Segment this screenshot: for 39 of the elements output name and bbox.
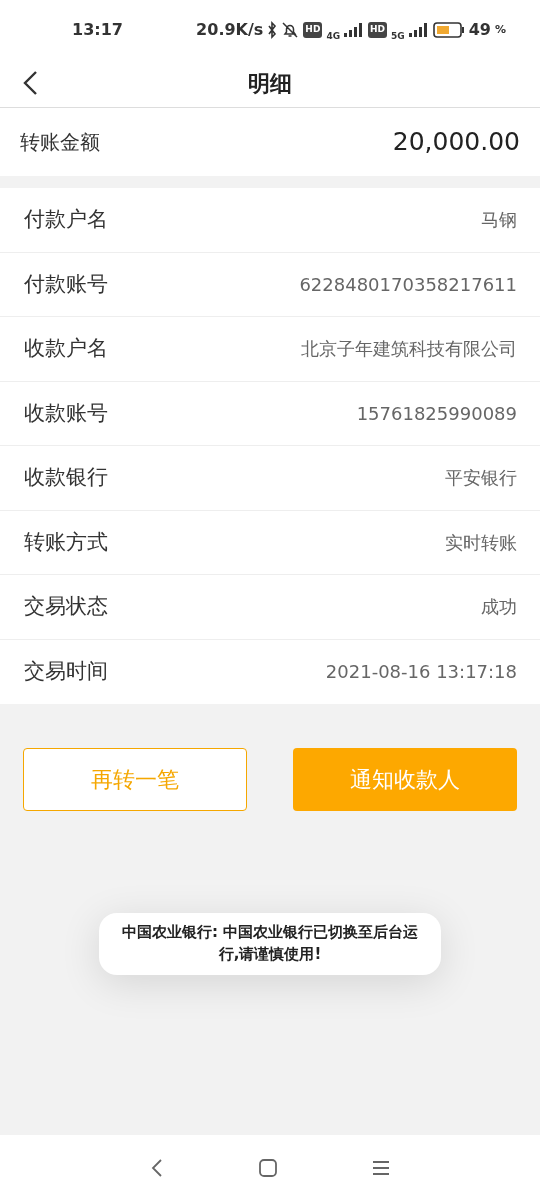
menu-icon[interactable]: [372, 1159, 390, 1176]
network-type: 4G: [326, 30, 341, 44]
field-value: 平安银行: [445, 466, 517, 491]
bluetooth-icon: [267, 21, 278, 39]
status-time: 13:17: [72, 19, 123, 41]
field-label: 收款账号: [24, 399, 108, 427]
signal-icon: [408, 23, 429, 37]
home-icon[interactable]: [259, 1158, 277, 1177]
field-label: 收款银行: [24, 464, 108, 491]
field-value: 北京子年建筑科技有限公司: [301, 337, 517, 362]
hd-badge: HD: [303, 22, 323, 38]
field-value: 马钢: [481, 208, 517, 233]
field-label: 收款户名: [24, 335, 108, 362]
field-label: 转账金额: [20, 129, 100, 156]
field-label: 转账方式: [24, 528, 108, 556]
field-value: 成功: [481, 595, 517, 620]
network-type: 5G: [391, 30, 405, 44]
toast-message: 中国农业银行: 中国农业银行已切换至后台运行,请谨慎使用!: [99, 913, 441, 975]
hd-badge: HD: [368, 22, 388, 38]
back-icon: [22, 70, 38, 96]
percent-sign: %: [494, 21, 506, 38]
field-value: 实时转账: [445, 530, 517, 555]
amount-value: 20,000.00: [392, 126, 520, 159]
battery-icon: [432, 22, 465, 38]
field-label: 付款户名: [24, 206, 108, 233]
field-label: 付款账号: [24, 270, 108, 298]
network-speed: 20.9K/s: [196, 19, 264, 41]
transfer-again-button[interactable]: 再转一笔: [23, 748, 247, 811]
notify-button[interactable]: 通知收款人: [293, 748, 517, 811]
field-value: 2021-08-16 13:17:18: [325, 660, 517, 685]
field-value: 6228480170358217611: [299, 272, 517, 297]
field-label: 交易时间: [24, 658, 108, 685]
battery-percent: 49: [468, 19, 491, 41]
muted-bell-icon: [281, 21, 300, 39]
page-title: 明细: [248, 70, 292, 98]
field-label: 交易状态: [24, 593, 108, 620]
back-icon[interactable]: [150, 1157, 164, 1178]
signal-icon: [344, 23, 365, 37]
field-value: 15761825990089: [356, 401, 517, 426]
